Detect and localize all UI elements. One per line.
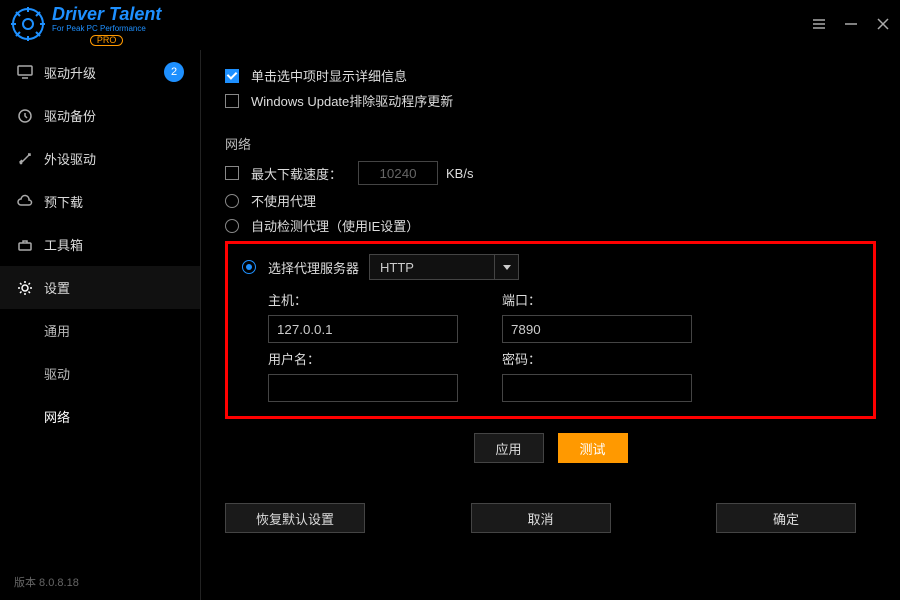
gear-icon (16, 279, 34, 297)
close-button[interactable] (876, 17, 890, 34)
label-username: 用户名： (268, 349, 458, 368)
sidebar-item-label: 预下载 (44, 192, 83, 211)
proxy-settings-box: 选择代理服务器 HTTP 主机： 端口： 用户名： 密码： (225, 241, 876, 419)
sidebar-sub-driver[interactable]: 驱动 (0, 352, 200, 395)
sidebar-item-peripheral[interactable]: 外设驱动 (0, 137, 200, 180)
apply-button[interactable]: 应用 (474, 433, 544, 463)
section-title-network: 网络 (225, 134, 876, 153)
proxy-type-select[interactable]: HTTP (369, 254, 519, 280)
version-label: 版本 8.0.8.18 (0, 564, 200, 600)
radio-select-proxy[interactable] (242, 260, 256, 274)
cloud-icon (16, 193, 34, 211)
app-title: Driver Talent (52, 5, 161, 23)
gear-icon (10, 6, 46, 45)
label-speed-unit: KB/s (446, 166, 473, 181)
label-port: 端口： (502, 290, 692, 309)
test-button[interactable]: 测试 (558, 433, 628, 463)
sidebar-sub-network[interactable]: 网络 (0, 395, 200, 438)
checkbox-max-speed[interactable] (225, 166, 239, 180)
label-max-speed: 最大下载速度： (251, 164, 342, 183)
app-logo: Driver Talent For Peak PC Performance PR… (10, 5, 161, 46)
radio-auto-proxy[interactable] (225, 219, 239, 233)
clock-icon (16, 107, 34, 125)
restore-defaults-button[interactable]: 恢复默认设置 (225, 503, 365, 533)
label-single-click-detail: 单击选中项时显示详细信息 (251, 66, 407, 85)
label-no-proxy: 不使用代理 (251, 191, 316, 210)
checkbox-single-click-detail[interactable] (225, 69, 239, 83)
sidebar-item-label: 工具箱 (44, 235, 83, 254)
input-password[interactable] (502, 374, 692, 402)
input-host[interactable] (268, 315, 458, 343)
sidebar-item-backup[interactable]: 驱动备份 (0, 94, 200, 137)
label-windows-update-exclude: Windows Update排除驱动程序更新 (251, 91, 453, 110)
titlebar: Driver Talent For Peak PC Performance PR… (0, 0, 900, 50)
cancel-button[interactable]: 取消 (471, 503, 611, 533)
toolbox-icon (16, 236, 34, 254)
app-subtitle: For Peak PC Performance (52, 25, 161, 33)
sidebar-item-upgrade[interactable]: 驱动升级 2 (0, 50, 200, 94)
sidebar: 驱动升级 2 驱动备份 外设驱动 预下载 工具箱 (0, 50, 201, 600)
proxy-type-value: HTTP (370, 260, 494, 275)
ok-button[interactable]: 确定 (716, 503, 856, 533)
sidebar-item-predownload[interactable]: 预下载 (0, 180, 200, 223)
input-username[interactable] (268, 374, 458, 402)
main-content: 单击选中项时显示详细信息 Windows Update排除驱动程序更新 网络 最… (201, 50, 900, 600)
usb-icon (16, 150, 34, 168)
input-port[interactable] (502, 315, 692, 343)
chevron-down-icon (494, 254, 518, 280)
sidebar-item-toolbox[interactable]: 工具箱 (0, 223, 200, 266)
radio-no-proxy[interactable] (225, 194, 239, 208)
sidebar-item-label: 外设驱动 (44, 149, 96, 168)
sidebar-sub-general[interactable]: 通用 (0, 309, 200, 352)
sidebar-item-label: 驱动升级 (44, 63, 96, 82)
minimize-button[interactable] (844, 17, 858, 34)
label-password: 密码： (502, 349, 692, 368)
label-select-proxy: 选择代理服务器 (268, 258, 359, 277)
monitor-icon (16, 63, 34, 81)
input-max-speed[interactable] (358, 161, 438, 185)
badge-count: 2 (164, 62, 184, 82)
pro-badge: PRO (90, 35, 124, 46)
sidebar-item-label: 设置 (44, 278, 70, 297)
label-host: 主机： (268, 290, 458, 309)
sidebar-item-label: 驱动备份 (44, 106, 96, 125)
label-auto-proxy: 自动检测代理（使用IE设置） (251, 216, 419, 235)
sidebar-item-settings[interactable]: 设置 (0, 266, 200, 309)
checkbox-windows-update-exclude[interactable] (225, 94, 239, 108)
menu-button[interactable] (812, 17, 826, 34)
